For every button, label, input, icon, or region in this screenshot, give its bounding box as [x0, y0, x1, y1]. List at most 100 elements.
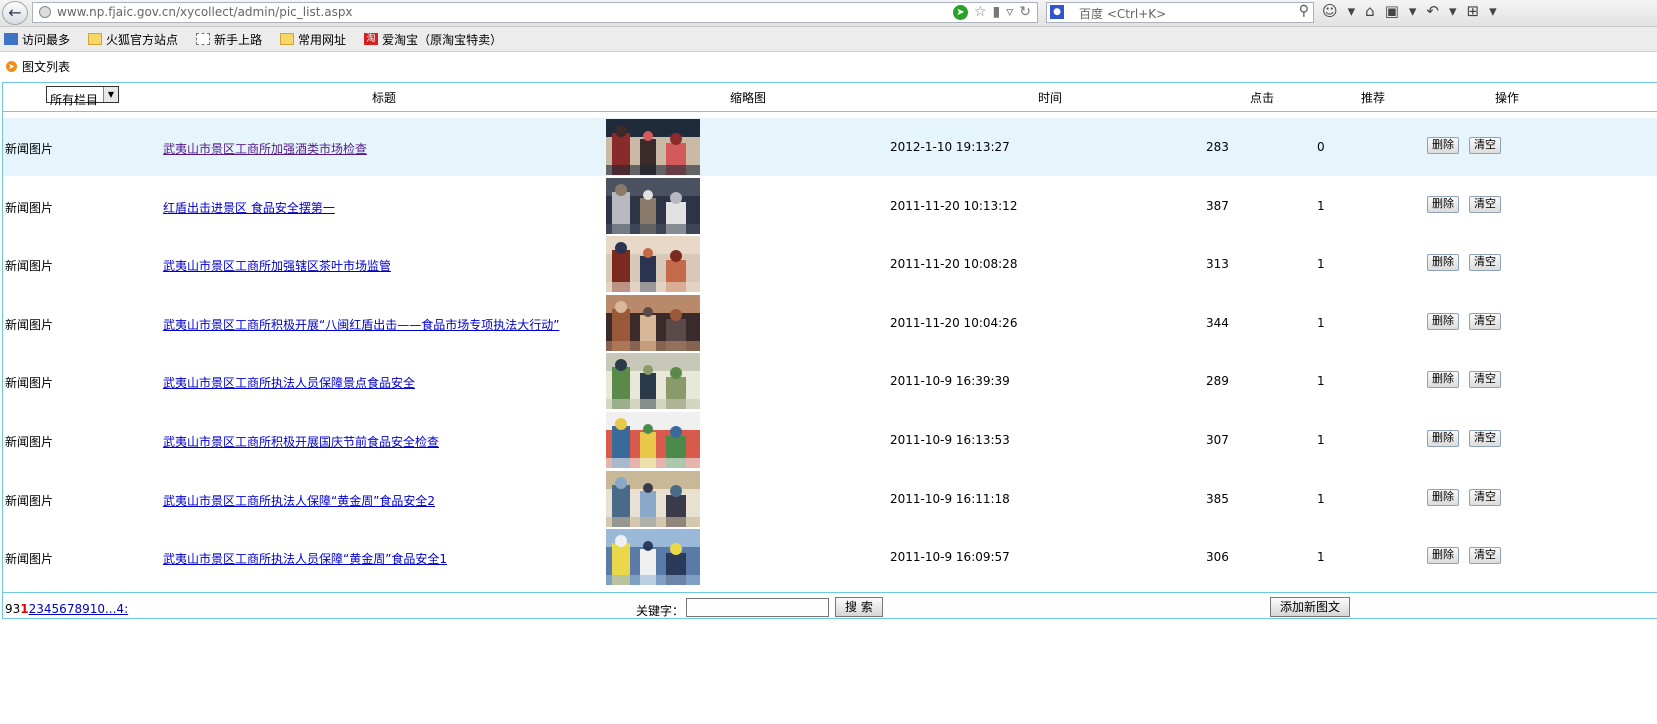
chevron-down-icon[interactable]: ▾	[1348, 2, 1356, 20]
header-time: 时间	[1038, 91, 1063, 105]
bookmark-getting-started[interactable]: 新手上路	[192, 31, 262, 48]
row-thumbnail[interactable]	[606, 412, 700, 468]
photo-icon	[606, 294, 700, 351]
row-category: 新闻图片	[5, 552, 54, 567]
smiley-icon[interactable]: ☺	[1322, 2, 1338, 20]
clear-button[interactable]: 清空	[1469, 195, 1501, 213]
row-title-link[interactable]: 红盾出击进景区 食品安全摆第一	[163, 199, 335, 216]
gamepad-icon[interactable]: ▣	[1385, 2, 1399, 20]
table-row: 新闻图片 武夷山市景区工商所加强酒类市场检查 2012-1-10 19:13:27 2…	[3, 118, 1657, 176]
keyword-input[interactable]	[686, 598, 829, 617]
row-thumbnail[interactable]	[606, 119, 700, 175]
header-thumbnail: 缩略图	[730, 91, 767, 105]
mobile-icon[interactable]: ▮	[993, 4, 1001, 20]
row-category: 新闻图片	[5, 493, 54, 508]
table-row: 新闻图片 武夷山市景区工商所积极开展“八闽红盾出击——食品市场专项执法大行动” 20…	[3, 294, 1657, 352]
row-title-link[interactable]: 武夷山市景区工商所积极开展“八闽红盾出击——食品市场专项执法大行动”	[163, 316, 559, 333]
address-text: www.np.fjaic.gov.cn/xycollect/admin/pic_…	[57, 5, 353, 19]
row-clicks: 344	[1206, 315, 1229, 330]
row-title-link[interactable]: 武夷山市景区工商所加强酒类市场检查	[163, 140, 367, 157]
dropdown-arrow-icon[interactable]: ▿	[1006, 4, 1013, 20]
row-thumbnail[interactable]	[606, 177, 700, 234]
delete-button[interactable]: 删除	[1427, 371, 1459, 389]
star-icon[interactable]: ☆	[974, 4, 987, 20]
baidu-icon[interactable]: ●	[1050, 5, 1064, 19]
bookmark-label: 爱淘宝（原淘宝特卖）	[382, 32, 503, 47]
row-recommend: 1	[1317, 257, 1325, 272]
search-button[interactable]: 搜 索	[835, 597, 883, 617]
row-title-link[interactable]: 武夷山市景区工商所执法人员保障“黄金周”食品安全1	[163, 550, 447, 567]
bookmark-firefox-site[interactable]: 火狐官方站点	[84, 31, 178, 48]
row-clicks: 283	[1206, 140, 1229, 154]
row-time: 2011-10-9 16:11:18	[890, 491, 1010, 506]
clear-button[interactable]: 清空	[1469, 430, 1501, 447]
row-thumbnail[interactable]	[606, 236, 700, 293]
row-clicks: 306	[1206, 550, 1229, 565]
clear-button[interactable]: 清空	[1469, 547, 1501, 565]
row-title-link[interactable]: 武夷山市景区工商所积极开展国庆节前食品安全检查	[163, 433, 439, 450]
folder-icon	[280, 33, 295, 45]
row-clicks: 387	[1206, 198, 1229, 213]
pager-links[interactable]: 2345678910...4:	[29, 602, 128, 616]
add-new-button[interactable]: 添加新图文	[1270, 597, 1351, 617]
category-select-value: 所有栏目	[50, 93, 99, 107]
delete-button[interactable]: 删除	[1427, 312, 1459, 330]
header-clicks: 点击	[1250, 91, 1275, 105]
crop-icon[interactable]: ⊞	[1467, 2, 1480, 20]
row-thumbnail[interactable]	[606, 470, 700, 527]
back-arrow-icon[interactable]: ←	[2, 1, 28, 25]
bookmark-taobao[interactable]: 淘爱淘宝（原淘宝特卖）	[360, 31, 502, 48]
row-time: 2011-11-20 10:13:12	[890, 198, 1018, 213]
row-clicks: 307	[1206, 433, 1229, 447]
bookmark-label: 火狐官方站点	[106, 32, 179, 47]
row-thumbnail[interactable]	[606, 294, 700, 351]
clear-button[interactable]: 清空	[1469, 312, 1501, 330]
row-recommend: 1	[1317, 374, 1325, 389]
photo-icon	[606, 236, 700, 293]
category-select[interactable]: 所有栏目 ▼	[46, 86, 119, 107]
header-recommend: 推荐	[1361, 91, 1386, 105]
chevron-down-icon[interactable]: ▾	[1489, 2, 1497, 20]
magnifier-icon[interactable]: ⚲	[1299, 3, 1309, 19]
taobao-icon: 淘	[364, 33, 379, 45]
clear-button[interactable]: 清空	[1469, 137, 1501, 154]
table-row: 新闻图片 红盾出击进景区 食品安全摆第一 2011-11-20 10:13:12 38…	[3, 177, 1657, 235]
row-title-link[interactable]: 武夷山市景区工商所执法人保障“黄金周”食品安全2	[163, 492, 435, 509]
keyword-label: 关键字：	[636, 604, 685, 618]
delete-button[interactable]: 删除	[1427, 195, 1459, 213]
table-row: 新闻图片 武夷山市景区工商所执法人员保障景点食品安全 2011-10-9 16:39…	[3, 352, 1657, 410]
bookmark-common-sites[interactable]: 常用网址	[276, 31, 346, 48]
go-icon[interactable]: ➤	[952, 4, 968, 20]
row-title-link[interactable]: 武夷山市景区工商所执法人员保障景点食品安全	[163, 374, 415, 391]
clear-button[interactable]: 清空	[1469, 254, 1501, 272]
clear-button[interactable]: 清空	[1469, 488, 1501, 506]
photo-icon	[606, 353, 700, 410]
bookmark-most-visited[interactable]: 访问最多	[0, 31, 70, 48]
row-recommend: 1	[1317, 550, 1325, 565]
row-time: 2012-1-10 19:13:27	[890, 140, 1010, 154]
row-recommend: 1	[1317, 433, 1325, 447]
delete-button[interactable]: 删除	[1427, 430, 1459, 447]
undo-icon[interactable]: ↶	[1426, 2, 1439, 20]
reload-icon[interactable]: ↻	[1019, 4, 1031, 20]
delete-button[interactable]: 删除	[1427, 488, 1459, 506]
globe-icon	[39, 6, 51, 18]
chevron-down-icon[interactable]: ▾	[1409, 2, 1417, 20]
row-time: 2011-10-9 16:13:53	[890, 433, 1010, 447]
row-recommend: 1	[1317, 315, 1325, 330]
row-time: 2011-10-9 16:09:57	[890, 550, 1010, 565]
row-title-link[interactable]: 武夷山市景区工商所加强辖区茶叶市场监管	[163, 257, 391, 274]
chevron-down-icon[interactable]: ▼	[103, 87, 118, 102]
row-thumbnail[interactable]	[606, 353, 700, 410]
photo-icon	[606, 119, 700, 175]
delete-button[interactable]: 删除	[1427, 137, 1459, 154]
home-icon[interactable]: ⌂	[1365, 2, 1375, 20]
search-bar[interactable]: ● 百度 <Ctrl+K> ⚲	[1046, 2, 1314, 23]
address-bar[interactable]: www.np.fjaic.gov.cn/xycollect/admin/pic_…	[32, 2, 1038, 23]
bookmark-label: 常用网址	[298, 32, 347, 47]
row-thumbnail[interactable]	[606, 529, 700, 586]
delete-button[interactable]: 删除	[1427, 547, 1459, 565]
chevron-down-icon[interactable]: ▾	[1449, 2, 1457, 20]
clear-button[interactable]: 清空	[1469, 371, 1501, 389]
delete-button[interactable]: 删除	[1427, 254, 1459, 272]
